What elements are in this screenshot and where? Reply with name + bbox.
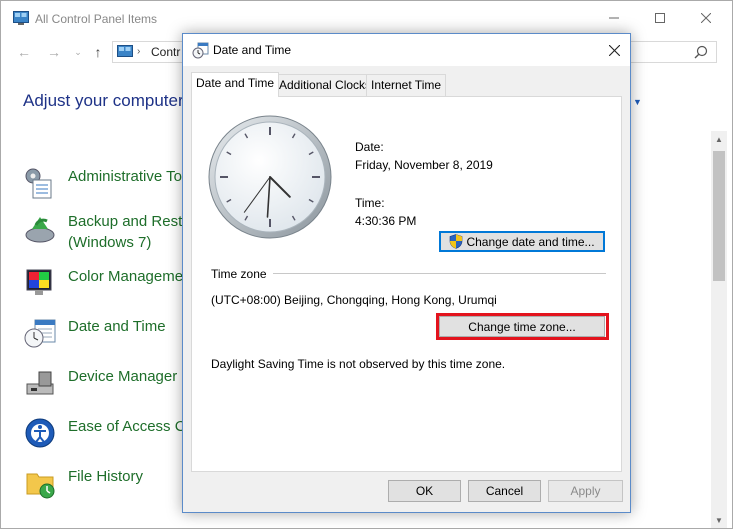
arrow-left-icon: ← <box>17 44 31 60</box>
arrow-down-icon: ▼ <box>715 515 723 525</box>
ok-label: OK <box>415 484 434 498</box>
item-label: Backup and Rest (Windows 7) <box>68 211 182 253</box>
timezone-value: (UTC+08:00) Beijing, Chongqing, Hong Kon… <box>211 293 497 307</box>
item-administrative-tools[interactable]: Administrative To <box>23 166 182 200</box>
tab-additional-clocks[interactable]: Additional Clocks <box>274 74 377 96</box>
apply-label: Apply <box>570 484 601 498</box>
control-panel-icon <box>117 45 133 57</box>
file-history-icon <box>26 473 55 499</box>
change-date-time-button[interactable]: Change date and time... <box>439 231 605 252</box>
analog-clock <box>208 115 332 239</box>
item-color-management[interactable]: Color Manageme <box>23 266 183 300</box>
color-management-icon <box>26 269 52 295</box>
item-label: Color Manageme <box>68 268 184 285</box>
dialog-title: Date and Time <box>213 43 292 57</box>
address-text: Contr <box>151 45 181 59</box>
item-device-manager[interactable]: Device Manager <box>23 366 177 400</box>
item-label: Device Manager <box>68 368 178 385</box>
recent-locations-button[interactable]: ⌄ <box>69 43 87 61</box>
date-label: Date: <box>355 140 384 154</box>
scroll-thumb[interactable] <box>713 151 725 281</box>
highlight-box <box>436 313 609 340</box>
date-time-icon <box>192 42 209 59</box>
close-icon <box>608 44 620 56</box>
forward-button[interactable]: → <box>45 43 63 61</box>
dialog-titlebar: Date and Time <box>183 34 630 66</box>
date-time-dialog: Date and Time Date and Time Additional C… <box>182 33 631 513</box>
item-label: Date and Time <box>68 318 166 335</box>
administrative-tools-icon <box>25 168 52 199</box>
timezone-divider <box>273 273 606 274</box>
tab-internet-time[interactable]: Internet Time <box>366 74 447 96</box>
page-heading: Adjust your computer's <box>23 91 196 110</box>
time-label: Time: <box>355 196 385 210</box>
back-button[interactable]: ← <box>15 43 33 61</box>
timezone-label: Time zone <box>211 267 267 281</box>
date-time-icon <box>24 319 56 348</box>
dialog-close-button[interactable] <box>597 34 631 66</box>
time-value: 4:30:36 PM <box>355 214 417 228</box>
cancel-label: Cancel <box>485 484 524 498</box>
ease-of-access-icon <box>25 418 55 448</box>
close-icon <box>701 13 711 23</box>
item-label: File History <box>68 468 144 485</box>
view-by-dropdown-icon[interactable]: ▼ <box>633 97 642 107</box>
item-date-and-time[interactable]: Date and Time <box>23 316 166 350</box>
dst-info-text: Daylight Saving Time is not observed by … <box>211 357 506 371</box>
cancel-button[interactable]: Cancel <box>468 480 541 502</box>
item-file-history[interactable]: File History <box>23 466 143 500</box>
address-bar[interactable]: › Contr <box>112 41 187 63</box>
date-time-panel: Date: Friday, November 8, 2019 Time: 4:3… <box>191 96 622 472</box>
chevron-down-icon: ⌄ <box>74 46 82 57</box>
ok-button[interactable]: OK <box>388 480 461 502</box>
device-manager-icon <box>26 371 54 395</box>
control-panel-titlebar: All Control Panel Items <box>1 1 733 37</box>
tab-date-and-time[interactable]: Date and Time <box>191 72 280 97</box>
maximize-icon <box>655 13 665 23</box>
backup-restore-icon <box>25 217 55 243</box>
arrow-up-icon: ↑ <box>94 44 102 60</box>
maximize-button[interactable] <box>637 1 683 35</box>
search-input[interactable] <box>629 41 717 63</box>
item-label-line2: (Windows 7) <box>68 234 152 251</box>
item-backup-restore[interactable]: Backup and Rest (Windows 7) <box>23 211 182 253</box>
scroll-down-button[interactable]: ▼ <box>711 512 727 528</box>
apply-button[interactable]: Apply <box>548 480 623 502</box>
minimize-button[interactable] <box>591 1 637 35</box>
item-label-line1: Backup and Rest <box>68 213 183 230</box>
date-value: Friday, November 8, 2019 <box>355 158 493 172</box>
search-icon <box>694 45 708 59</box>
item-ease-of-access[interactable]: Ease of Access Ce <box>23 416 194 450</box>
chevron-right-icon: › <box>137 46 141 57</box>
vertical-scrollbar[interactable]: ▲ ▼ <box>711 131 727 528</box>
item-label: Administrative To <box>68 168 182 185</box>
arrow-up-icon: ▲ <box>715 134 723 144</box>
minimize-icon <box>609 17 619 19</box>
arrow-right-icon: → <box>47 44 61 60</box>
close-button[interactable] <box>683 1 729 35</box>
change-date-time-label: Change date and time... <box>466 234 595 249</box>
item-label: Ease of Access Ce <box>68 418 194 435</box>
up-button[interactable]: ↑ <box>89 43 107 61</box>
scroll-up-button[interactable]: ▲ <box>711 131 727 147</box>
control-panel-icon <box>13 11 29 25</box>
window-title: All Control Panel Items <box>35 12 158 26</box>
uac-shield-icon <box>450 234 463 249</box>
